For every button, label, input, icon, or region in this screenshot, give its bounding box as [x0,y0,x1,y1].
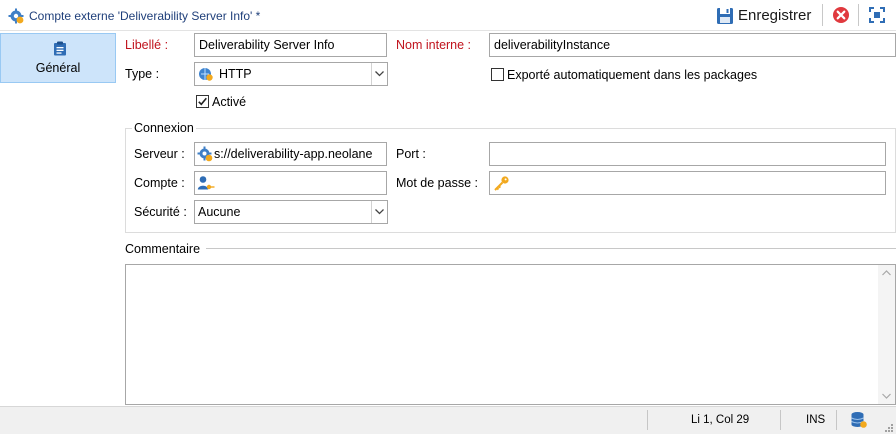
status-separator [780,410,781,430]
status-cursor-position: Li 1, Col 29 [691,414,750,426]
nom-interne-label: Nom interne : [396,38,472,52]
http-globe-icon [199,68,213,81]
serveur-label: Serveur : [134,147,185,161]
serveur-field[interactable]: s://deliverability-app.neolane [194,142,387,166]
nav-item-general-label: Général [35,61,81,75]
nom-interne-value: deliverabilityInstance [494,38,611,52]
clipboard-icon [54,41,66,56]
securite-select-value: Aucune [198,205,241,219]
exporte-label: Exporté automatiquement dans les package… [507,68,758,82]
type-select[interactable]: HTTP [194,62,388,86]
vertical-scrollbar[interactable] [878,265,895,404]
mot-de-passe-field[interactable] [489,171,886,195]
commentaire-textarea[interactable] [125,264,896,405]
commentaire-divider [206,248,896,249]
status-separator [836,410,837,430]
type-select-value: HTTP [219,67,252,81]
mot-de-passe-label: Mot de passe : [396,176,478,190]
save-button[interactable]: Enregistrer [716,3,816,28]
libelle-field[interactable]: Deliverability Server Info [194,33,387,57]
securite-label: Sécurité : [134,205,187,219]
connexion-title: Connexion [132,121,196,135]
port-label: Port : [396,147,426,161]
toolbar-separator [858,4,859,26]
toolbar-separator [822,4,823,26]
floppy-disk-icon [717,7,733,24]
close-icon[interactable] [832,6,850,24]
nav-item-general[interactable]: Général [0,33,116,83]
save-button-label: Enregistrer [738,7,812,24]
scroll-up-icon[interactable] [882,270,891,276]
chevron-down-icon [371,63,387,85]
server-gear-icon [197,146,213,162]
libelle-label: Libellé : [125,38,169,52]
securite-select[interactable]: Aucune [194,200,388,224]
status-separator [647,410,648,430]
commentaire-title: Commentaire [125,242,201,256]
scroll-down-icon[interactable] [882,393,891,399]
exporte-checkbox[interactable] [491,68,504,81]
chevron-down-icon [371,201,387,223]
resize-grip[interactable] [884,422,894,432]
port-field[interactable] [489,142,886,166]
checkmark-icon [198,97,207,106]
maximize-icon[interactable] [868,6,886,24]
resize-grip-icon [885,424,893,432]
active-label: Activé [212,95,247,109]
compte-label: Compte : [134,176,185,190]
database-icon[interactable] [850,411,868,429]
status-bar: Li 1, Col 29 INS [0,406,896,434]
window-title: Compte externe 'Deliverability Server In… [29,9,261,23]
external-account-gear-icon [8,8,24,24]
title-bar: Compte externe 'Deliverability Server In… [0,0,896,31]
libelle-value: Deliverability Server Info [199,38,335,52]
user-key-icon [197,176,215,190]
type-label: Type : [125,67,160,81]
active-checkbox[interactable] [196,95,209,108]
compte-field[interactable] [194,171,387,195]
status-insert-mode: INS [806,414,826,426]
nom-interne-field[interactable]: deliverabilityInstance [489,33,896,57]
serveur-value: s://deliverability-app.neolane [214,147,373,161]
key-icon [494,176,509,191]
